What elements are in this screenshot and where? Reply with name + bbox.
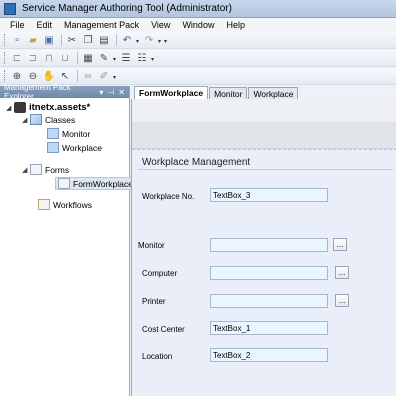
collapse-icon[interactable]: ◢ [22,116,30,124]
collapse-icon[interactable]: ◢ [6,104,14,112]
menu-edit[interactable]: Edit [31,20,59,30]
toolbar-separator [61,34,62,46]
app-icon [4,2,16,15]
label-monitor: Monitor [138,241,165,250]
toolbar-overflow-icon[interactable]: ▾ [151,53,157,63]
explorer-header: Management Pack Explorer ▾ ⊣ ✕ [0,83,129,101]
workflows-icon [38,199,50,210]
tree-label-forms: Forms [45,164,70,175]
align-top-icon[interactable]: ⊔ [58,51,72,65]
printer-field[interactable] [210,294,328,308]
undo-icon[interactable]: ↶ [120,33,134,47]
title-bar: Service Manager Authoring Tool (Administ… [0,0,396,18]
pan-icon[interactable]: ✋ [42,69,56,83]
menu-view[interactable]: View [145,20,176,30]
document-tabs: FormWorkplace Monitor Workplace [134,86,396,99]
menu-bar: File Edit Management Pack View Window He… [0,18,396,32]
indent-icon[interactable]: ☰ [119,51,133,65]
label-cost-center: Cost Center [142,325,185,334]
toolbar-separator [116,34,117,46]
toolbar-grip[interactable] [4,70,7,82]
forms-icon [30,164,42,175]
toolbar-overflow-icon[interactable]: ▾ [164,35,170,45]
form-icon [58,178,70,189]
open-icon[interactable]: ▰ [26,33,40,47]
properties-icon[interactable]: ▦ [81,51,95,65]
tab-workplace[interactable]: Workplace [248,87,299,99]
classes-icon [30,114,42,125]
toolbar-overflow-icon[interactable]: ▾ [113,71,119,81]
designer-header-strip [132,99,396,123]
tree-node-classes[interactable]: ◢ Classes [22,114,75,125]
toolbar-grip[interactable] [4,34,7,46]
window-title: Service Manager Authoring Tool (Administ… [22,3,232,14]
align-center-icon[interactable]: ⊐ [26,51,40,65]
redo-icon[interactable]: ↷ [142,33,156,47]
tree-node-root[interactable]: ◢ itnetx.assets* [6,102,90,113]
copy-icon[interactable]: ❐ [81,33,95,47]
pin-dropdown-icon[interactable]: ▾ [99,88,103,97]
pin-icon[interactable]: ⊣ [107,88,114,97]
form-title: Workplace Management [142,157,251,168]
menu-file[interactable]: File [0,20,31,30]
paste-icon[interactable]: ▤ [97,33,111,47]
save-icon[interactable]: ▣ [42,33,56,47]
align-right-icon[interactable]: ⊓ [42,51,56,65]
workplace-no-field[interactable]: TextBox_3 [210,188,328,202]
tab-formworkplace[interactable]: FormWorkplace [134,86,209,99]
cut-icon[interactable]: ✂ [65,33,79,47]
class-icon [47,128,59,139]
tree-item-workplace[interactable]: Workplace [47,142,102,153]
printer-browse-button[interactable]: ... [335,294,349,307]
tree-label-workflows: Workflows [53,199,93,210]
tools-icon[interactable]: ✎ [97,51,111,65]
monitor-field[interactable] [210,238,328,252]
tree-item-formworkplace[interactable]: FormWorkplace [55,177,136,190]
tree-label-root: itnetx.assets* [29,102,91,113]
menu-window[interactable]: Window [176,20,220,30]
edit-icon[interactable]: ✐ [97,69,111,83]
tree-node-forms[interactable]: ◢ Forms [22,164,69,175]
tree-label-monitor: Monitor [62,128,91,139]
new-icon[interactable]: ▫ [10,33,24,47]
outdent-icon[interactable]: ☷ [135,51,149,65]
tab-monitor[interactable]: Monitor [209,87,248,99]
location-field[interactable]: TextBox_2 [210,348,328,362]
form-title-divider [138,169,393,170]
toolbar-grip[interactable] [4,52,7,64]
menu-management-pack[interactable]: Management Pack [58,20,145,30]
toolbar-standard: ▫ ▰ ▣ ✂ ❐ ▤ ↶ ▾ ↷ ▾ ▾ [0,32,396,49]
label-printer: Printer [142,297,166,306]
explorer-title: Management Pack Explorer [4,83,71,101]
management-pack-icon [14,102,26,113]
label-workplace-no: Workplace No. [142,192,195,201]
align-left-icon[interactable]: ⊏ [10,51,24,65]
menu-help[interactable]: Help [220,20,251,30]
tree-item-monitor[interactable]: Monitor [47,128,90,139]
cost-center-field[interactable]: TextBox_1 [210,321,328,335]
collapse-icon[interactable]: ◢ [22,166,30,174]
computer-browse-button[interactable]: ... [335,266,349,279]
tree-node-workflows[interactable]: Workflows [38,199,92,210]
toolbar-layout: ⊏ ⊐ ⊓ ⊔ ▦ ✎ ▾ ☰ ☷ ▾ [0,50,396,67]
tree-label-workplace: Workplace [62,142,102,153]
designer-toolbar-strip [132,123,396,149]
zoom-in-icon[interactable]: ⊕ [10,69,24,83]
close-icon[interactable]: ✕ [118,88,125,97]
toolbar-separator [77,52,78,64]
tree-label-formworkplace: FormWorkplace [73,178,133,189]
tree-label-classes: Classes [45,114,76,125]
class-icon [47,142,59,153]
label-location: Location [142,352,173,361]
toolbar-separator [77,70,78,82]
form-designer: Workplace Management Workplace No. TextB… [131,99,396,396]
computer-field[interactable] [210,266,328,280]
monitor-browse-button[interactable]: ... [333,238,347,251]
pointer-icon[interactable]: ↖ [58,69,72,83]
management-pack-explorer: Management Pack Explorer ▾ ⊣ ✕ ◢ itnetx.… [0,83,136,396]
zoom-out-icon[interactable]: ⊖ [26,69,40,83]
link-icon[interactable]: ∞ [81,69,95,83]
label-computer: Computer [142,269,178,278]
